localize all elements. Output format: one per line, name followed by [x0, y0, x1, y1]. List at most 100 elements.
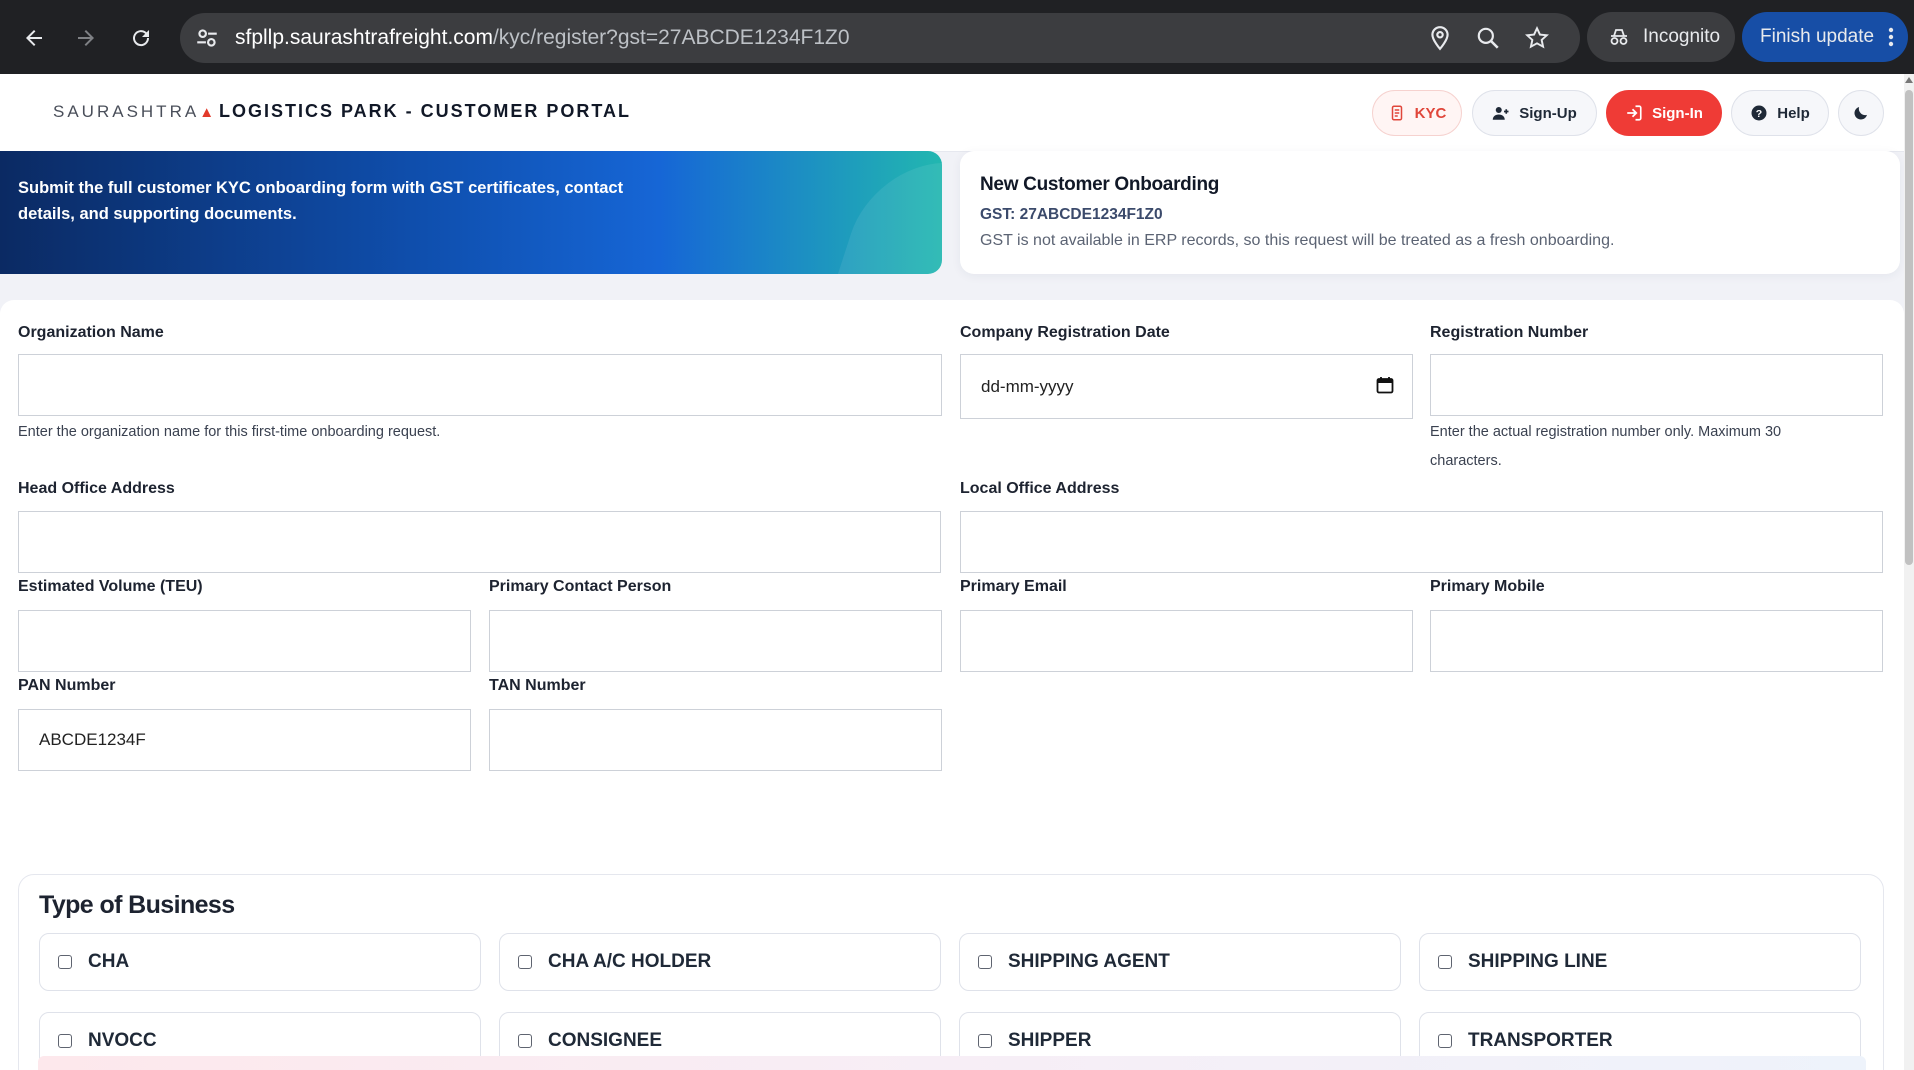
kyc-button[interactable]: KYC [1372, 90, 1462, 136]
signin-label: Sign-In [1652, 104, 1703, 122]
location-pin-icon[interactable] [1427, 25, 1453, 51]
theme-toggle-button[interactable] [1838, 90, 1884, 136]
forward-button[interactable] [66, 18, 106, 58]
org-name-hint: Enter the organization name for this fir… [18, 424, 441, 440]
checkbox[interactable] [58, 955, 72, 969]
business-option-label: TRANSPORTER [1468, 1030, 1613, 1051]
checkbox[interactable] [518, 1034, 532, 1048]
calendar-icon[interactable] [1376, 376, 1394, 394]
finish-update-label: Finish update [1760, 26, 1875, 47]
pan-input[interactable]: ABCDE1234F [18, 709, 471, 771]
volume-label: Estimated Volume (TEU) [18, 578, 203, 595]
business-option-label: SHIPPER [1008, 1030, 1092, 1051]
hero-decoration [822, 163, 942, 274]
gst-number: GST: 27ABCDE1234F1Z0 [980, 206, 1163, 223]
head-office-input[interactable] [18, 511, 941, 573]
checkbox[interactable] [1438, 1034, 1452, 1048]
business-option-shipping-agent[interactable]: SHIPPING AGENT [959, 933, 1401, 991]
reg-date-label: Company Registration Date [960, 324, 1170, 341]
reg-number-input[interactable] [1430, 354, 1883, 416]
head-office-label: Head Office Address [18, 480, 175, 497]
mobile-input[interactable] [1430, 610, 1883, 672]
reg-number-label: Registration Number [1430, 324, 1589, 341]
incognito-icon [1610, 29, 1628, 45]
volume-input[interactable] [18, 610, 471, 672]
reg-number-hint: Enter the actual registration number onl… [1430, 424, 1782, 469]
kyc-label: KYC [1414, 104, 1447, 122]
next-section-edge [38, 1056, 1866, 1070]
contact-person-label: Primary Contact Person [489, 578, 672, 595]
reload-button[interactable] [121, 18, 161, 58]
tan-label: TAN Number [489, 677, 586, 694]
address-bar[interactable]: sfpllp.saurashtrafreight.com/kyc/registe… [180, 13, 1580, 63]
onboarding-note: GST is not available in ERP records, so … [980, 232, 1615, 249]
site-header: SAURASHTRA▲ LOGISTICS PARK - CUSTOMER PO… [0, 74, 1904, 152]
hero-description: Submit the full customer KYC onboarding … [18, 179, 624, 223]
incognito-indicator[interactable]: Incognito [1587, 12, 1735, 62]
signup-label: Sign-Up [1519, 104, 1577, 122]
site-settings-icon[interactable] [194, 25, 220, 51]
business-option-shipping-line[interactable]: SHIPPING LINE [1419, 933, 1861, 991]
incognito-label: Incognito [1643, 26, 1721, 47]
hero-banner: Submit the full customer KYC onboarding … [0, 151, 942, 274]
business-type-section: Type of Business CHA CHA A/C HOLDER SHIP… [18, 874, 1884, 1070]
user-plus-icon [1493, 107, 1509, 120]
checkbox[interactable] [978, 955, 992, 969]
help-label: Help [1777, 104, 1810, 122]
onboarding-title: New Customer Onboarding [980, 174, 1220, 195]
checkbox[interactable] [1438, 955, 1452, 969]
question-circle-icon: ? [1751, 105, 1767, 121]
more-vert-icon [1888, 27, 1894, 47]
zoom-icon[interactable] [1475, 25, 1501, 51]
moon-icon [1854, 107, 1867, 120]
brand-triangle-icon: ▲ [199, 104, 215, 121]
help-button[interactable]: ? Help [1731, 90, 1829, 136]
contact-person-input[interactable] [489, 610, 942, 672]
business-option-label: CONSIGNEE [548, 1030, 663, 1051]
business-option-label: CHA A/C HOLDER [548, 951, 712, 972]
reload-icon [133, 30, 150, 47]
tan-input[interactable] [489, 709, 942, 771]
business-option-label: NVOCC [88, 1030, 157, 1051]
svg-text:?: ? [1756, 108, 1762, 120]
sign-in-icon [1627, 105, 1642, 121]
reg-date-input[interactable]: dd-mm-yyyy [960, 354, 1413, 419]
org-name-label: Organization Name [18, 324, 164, 341]
url-host: sfpllp.saurashtrafreight.com [235, 26, 493, 49]
checkbox[interactable] [978, 1034, 992, 1048]
portal-title: LOGISTICS PARK - CUSTOMER PORTAL [219, 101, 632, 121]
business-option-label: SHIPPING LINE [1468, 951, 1608, 972]
email-label: Primary Email [960, 578, 1067, 595]
business-type-title: Type of Business [39, 891, 235, 919]
email-input[interactable] [960, 610, 1413, 672]
signin-button[interactable]: Sign-In [1606, 90, 1722, 136]
bookmark-star-icon[interactable] [1524, 25, 1550, 51]
page-viewport: SAURASHTRA▲ LOGISTICS PARK - CUSTOMER PO… [0, 74, 1904, 1070]
signup-button[interactable]: Sign-Up [1472, 90, 1597, 136]
url-text[interactable]: sfpllp.saurashtrafreight.com/kyc/registe… [235, 26, 850, 50]
pan-label: PAN Number [18, 677, 116, 694]
arrow-left-icon [26, 30, 42, 46]
arrow-right-icon [78, 30, 94, 46]
brand-logo[interactable]: SAURASHTRA▲ [53, 102, 214, 122]
business-option-cha-ac-holder[interactable]: CHA A/C HOLDER [499, 933, 941, 991]
checkbox[interactable] [518, 955, 532, 969]
browser-toolbar: sfpllp.saurashtrafreight.com/kyc/registe… [0, 0, 1914, 74]
org-name-input[interactable] [18, 354, 942, 416]
business-option-cha[interactable]: CHA [39, 933, 481, 991]
local-office-input[interactable] [960, 511, 1883, 573]
reg-date-placeholder: dd-mm-yyyy [981, 376, 1074, 396]
onboarding-info-card: New Customer Onboarding GST: 27ABCDE1234… [960, 151, 1900, 274]
scrollbar-thumb[interactable] [1905, 90, 1913, 565]
page-scrollbar[interactable] [1904, 74, 1914, 1070]
mobile-label: Primary Mobile [1430, 578, 1545, 595]
back-button[interactable] [14, 18, 54, 58]
business-option-label: CHA [88, 951, 130, 972]
document-icon [1391, 105, 1402, 121]
finish-update-button[interactable]: Finish update [1742, 12, 1908, 62]
local-office-label: Local Office Address [960, 480, 1120, 497]
checkbox[interactable] [58, 1034, 72, 1048]
business-option-label: SHIPPING AGENT [1008, 951, 1170, 972]
url-path: /kyc/register?gst=27ABCDE1234F1Z0 [492, 26, 850, 49]
scroll-up-arrow-icon[interactable] [1905, 77, 1913, 83]
